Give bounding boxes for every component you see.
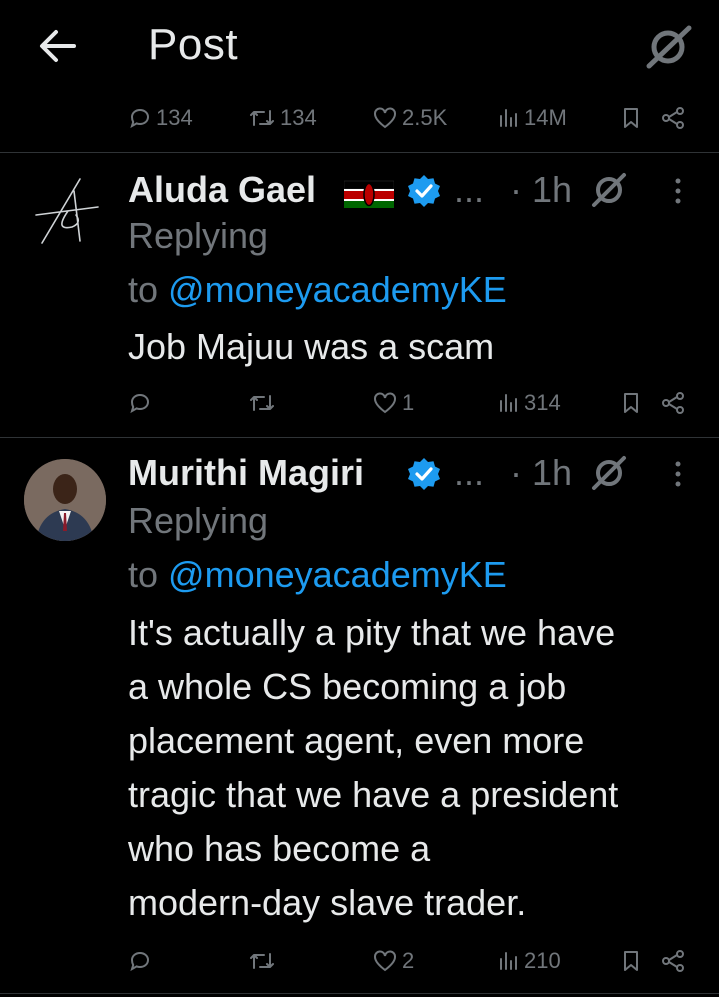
mention-link[interactable]: @moneyacademyKE <box>168 269 507 310</box>
arrow-left-icon[interactable] <box>34 22 82 70</box>
post-text-line: Job Majuu was a scam <box>128 326 495 367</box>
reply-icon <box>130 393 150 414</box>
reply-button[interactable]: 134 <box>128 98 193 138</box>
verified-badge-icon <box>406 173 442 209</box>
like-count: 2 <box>402 948 415 973</box>
views-count: 314 <box>524 390 561 415</box>
heart-icon <box>374 392 396 414</box>
grok-icon[interactable] <box>590 171 628 209</box>
bookmark-button[interactable] <box>620 383 642 423</box>
share-icon <box>662 392 684 414</box>
grok-icon[interactable] <box>590 454 628 492</box>
replying-to-line: to @moneyacademyKE <box>128 548 507 602</box>
bookmark-button[interactable] <box>620 98 642 138</box>
bookmark-icon <box>624 108 638 128</box>
views-icon <box>500 394 517 412</box>
like-button[interactable]: 1 <box>372 383 414 423</box>
post-text-line: a whole CS becoming a job <box>128 666 567 707</box>
replying-label: Replying <box>128 215 269 256</box>
to-word: to <box>128 269 159 310</box>
grok-icon[interactable] <box>643 22 693 72</box>
more-ellipsis: ... <box>454 169 485 210</box>
top-bar: Post <box>0 0 719 100</box>
more-options-icon[interactable] <box>666 173 690 209</box>
like-count: 2.5K <box>402 105 448 130</box>
to-word: to <box>128 554 159 595</box>
separator <box>0 993 719 994</box>
heart-icon <box>374 950 396 972</box>
timestamp[interactable]: · 1h <box>510 446 572 500</box>
views-count: 210 <box>524 948 561 973</box>
avatar[interactable] <box>24 171 106 253</box>
share-button[interactable] <box>660 383 686 423</box>
repost-icon <box>250 110 274 126</box>
post-text-line: who has become a <box>128 828 431 869</box>
bookmark-icon <box>624 951 638 971</box>
post-text-line: tragic that we have a president <box>128 774 619 815</box>
author-name[interactable]: Murithi Magiri <box>128 452 364 494</box>
views-icon <box>500 109 517 127</box>
kenya-flag-icon <box>343 179 395 209</box>
bookmark-button[interactable] <box>620 941 642 981</box>
like-button[interactable]: 2.5K <box>372 98 447 138</box>
repost-button[interactable]: 134 <box>248 98 317 138</box>
more-options-icon[interactable] <box>666 456 690 492</box>
post-action-bar: 134 134 2.5K 14M <box>0 98 719 138</box>
verified-badge-icon <box>406 456 442 492</box>
like-button[interactable]: 2 <box>372 941 414 981</box>
views-count: 14M <box>524 105 567 130</box>
author-name[interactable]: Aluda Gael <box>128 169 316 211</box>
reply-post[interactable]: Murithi Magiri ... · 1h Replying to @mon… <box>0 438 719 993</box>
post-action-bar: 1 314 <box>0 383 719 423</box>
reply-button[interactable] <box>128 941 152 981</box>
timestamp[interactable]: · 1h <box>510 163 572 217</box>
repost-icon <box>250 395 274 411</box>
views-icon <box>500 952 517 970</box>
share-button[interactable] <box>660 941 686 981</box>
heart-icon <box>374 107 396 129</box>
share-icon <box>662 950 684 972</box>
views-button[interactable]: 210 <box>498 941 561 981</box>
post-text-line: placement agent, even more <box>128 720 585 761</box>
views-button[interactable]: 314 <box>498 383 561 423</box>
page-title: Post <box>148 20 239 69</box>
like-count: 1 <box>402 390 415 415</box>
reply-icon <box>130 951 150 972</box>
share-button[interactable] <box>660 98 686 138</box>
reply-post[interactable]: Aluda Gael ... · 1h Replying to @moneyac… <box>0 153 719 437</box>
repost-count: 134 <box>280 105 317 130</box>
replying-label: Replying <box>128 500 269 541</box>
share-icon <box>662 107 684 129</box>
repost-icon <box>250 953 274 969</box>
reply-icon <box>130 108 150 129</box>
views-button[interactable]: 14M <box>498 98 567 138</box>
repost-button[interactable] <box>248 941 276 981</box>
bookmark-icon <box>624 393 638 413</box>
replying-to-line: to @moneyacademyKE <box>128 263 507 317</box>
reply-count: 134 <box>156 105 193 130</box>
avatar[interactable] <box>24 459 106 541</box>
mention-link[interactable]: @moneyacademyKE <box>168 554 507 595</box>
post-action-bar: 2 210 <box>0 941 719 981</box>
reply-button[interactable] <box>128 383 152 423</box>
post-text-line: modern-day slave trader. <box>128 882 527 923</box>
more-ellipsis: ... <box>454 452 485 493</box>
repost-button[interactable] <box>248 383 276 423</box>
post-text-line: It's actually a pity that we have <box>128 612 616 653</box>
